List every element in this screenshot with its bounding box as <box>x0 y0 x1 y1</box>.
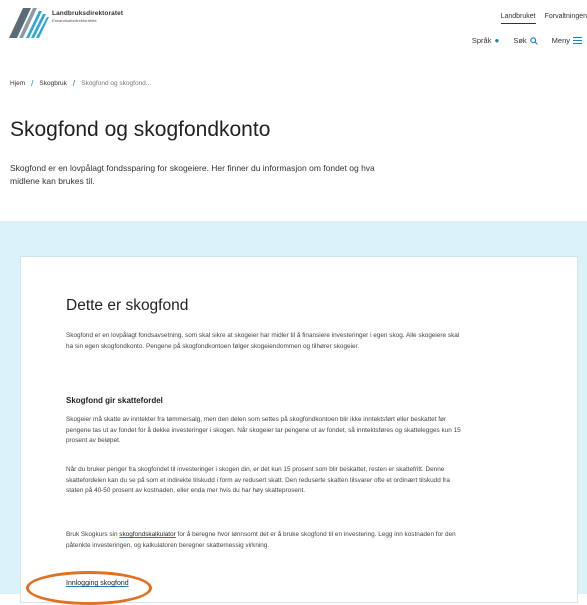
login-skogfond-link[interactable]: Innlogging skogfond <box>66 580 129 587</box>
search-label: Søk <box>513 36 527 45</box>
skogfondskalkulator-link[interactable]: skogfondskalkulator <box>119 531 175 538</box>
search-button[interactable]: Søk <box>513 36 538 45</box>
highlight-circle <box>26 571 152 605</box>
breadcrumb-home[interactable]: Hjem <box>10 80 25 87</box>
tab-forvaltningen[interactable]: Forvaltningen <box>545 13 587 24</box>
menu-button[interactable]: Meny <box>552 36 582 45</box>
utility-bar: Språk ● Søk Meny <box>472 36 582 45</box>
breadcrumb-skogbruk[interactable]: Skogbruk <box>39 80 66 87</box>
search-icon <box>529 36 538 45</box>
paragraph-text: Bruk Skogkurs sin <box>66 531 120 538</box>
site-header: Landbruksdirektoratet Eanandoallodirekto… <box>0 0 587 62</box>
page-title: Skogfond og skogfondkonto <box>10 118 271 141</box>
top-tabs: Landbruket Forvaltningen <box>500 13 587 24</box>
breadcrumb-separator: / <box>72 79 76 88</box>
logo-name: Landbruksdirektoratet <box>52 10 124 17</box>
logo-icon[interactable] <box>9 8 49 38</box>
article-subheading: Skogfond gir skattefordel <box>66 396 163 405</box>
logo-subtitle: Eanandoallodirektoráhtta <box>52 18 97 23</box>
language-label: Språk <box>471 36 492 45</box>
article-paragraph: Skogfond er en lovpålagt fondsavsetning,… <box>66 332 460 350</box>
article-heading: Dette er skogfond <box>66 297 189 314</box>
breadcrumb-current: Skogfond og skogfond... <box>81 80 152 87</box>
menu-label: Meny <box>551 36 570 45</box>
article-paragraph: Skogeier må skatte av inntekter fra tømm… <box>66 416 461 444</box>
language-button[interactable]: Språk ● <box>472 36 499 45</box>
breadcrumb: Hjem / Skogbruk / Skogfond og skogfond..… <box>10 79 151 88</box>
tab-landbruket[interactable]: Landbruket <box>500 13 536 24</box>
hamburger-icon <box>573 37 582 44</box>
article-paragraph: Når du bruker penger fra skogfondet til … <box>66 466 450 494</box>
breadcrumb-separator: / <box>31 79 34 88</box>
article-paragraph: Bruk Skogkurs sin skogfondskalkulator fo… <box>66 530 461 551</box>
globe-icon: ● <box>494 36 500 45</box>
page-intro: Skogfond er en lovpålagt fondssparing fo… <box>10 163 375 186</box>
